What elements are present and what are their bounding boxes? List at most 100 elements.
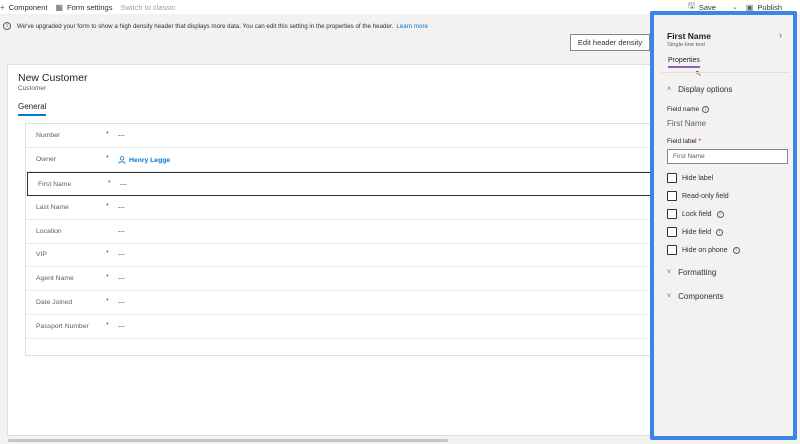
scrollbar-thumb[interactable] [8,439,448,442]
checkbox-box[interactable] [667,191,677,201]
hide-label-checkbox[interactable]: Hide label [667,173,713,183]
field-row-number[interactable]: Number * --- [26,124,662,148]
form-section: Number * --- Owner * Henry Legge First N… [25,123,662,356]
field-row-date-joined[interactable]: Date Joined * --- [26,291,662,315]
required-marker: * [106,131,109,138]
switch-classic-label: Switch to classic [120,2,176,12]
checkbox-label: Hide label [682,174,714,182]
field-label: Last Name [36,204,69,211]
edit-header-density-button[interactable]: Edit header density [570,34,650,51]
field-value: --- [118,228,125,235]
required-marker: * [106,203,109,210]
field-value: --- [118,275,125,282]
hide-field-checkbox[interactable]: Hide field i [667,227,724,237]
field-row-vip[interactable]: VIP * --- [26,243,662,267]
plus-icon: + [0,2,5,12]
field-label-input[interactable] [667,149,788,164]
field-value: --- [118,323,125,330]
form-title: New Customer [18,72,88,84]
field-row-passport-number[interactable]: Passport Number * --- [26,315,662,339]
info-banner: i We've upgraded your form to show a hig… [0,18,650,34]
field-label: Location [36,228,62,235]
properties-panel: First Name Single-line text › Properties… [650,11,797,440]
info-icon[interactable]: i [732,246,740,254]
chevron-down-icon: ˅ [667,293,672,300]
component-label: Component [8,2,48,12]
checkbox-label: Read-only field [682,192,729,200]
field-label: First Name [38,181,72,188]
tab-properties[interactable]: Properties [668,57,700,68]
checkbox-box[interactable] [667,245,677,255]
chevron-up-icon: ˄ [667,86,672,93]
components-label: Components [678,292,724,301]
field-value: --- [118,299,125,306]
field-label: VIP [36,251,47,258]
required-marker: * [106,298,109,305]
field-value: --- [120,181,127,188]
field-name-value: First Name [667,119,707,128]
info-icon: i [3,22,11,30]
panel-title: First Name [667,31,711,41]
add-component-button[interactable]: + Component [0,3,47,12]
info-icon[interactable]: i [702,106,710,113]
chevron-down-icon: ˅ [667,269,672,276]
checkbox-label: Lock field [682,210,712,218]
required-marker: * [698,138,701,145]
required-marker: * [106,322,109,329]
lock-field-checkbox[interactable]: Lock field i [667,209,724,219]
checkbox-label: Hide field [682,228,712,236]
field-value: --- [118,132,125,139]
switch-classic-button[interactable]: Switch to classic [120,3,175,12]
formatting-toggle[interactable]: ˅ Formatting [667,268,716,277]
form-canvas: New Customer Customer General Number * -… [7,64,667,436]
info-icon[interactable]: i [716,210,724,218]
checkbox-box[interactable] [667,209,677,219]
form-settings-button[interactable]: ▦ Form settings [55,3,112,12]
display-options-toggle[interactable]: ˄ Display options [667,85,732,94]
required-marker: * [108,180,111,187]
form-settings-icon: ▦ [55,2,64,12]
display-options-label: Display options [678,85,733,94]
checkbox-box[interactable] [667,173,677,183]
info-icon[interactable]: i [716,228,724,236]
field-value: --- [118,251,125,258]
field-row-agent-name[interactable]: Agent Name * --- [26,267,662,291]
required-marker: * [106,250,109,257]
panel-subtitle: Single-line text [667,42,706,48]
field-label: Passport Number [36,323,89,330]
field-row-owner[interactable]: Owner * Henry Legge [26,148,662,172]
mouse-cursor-icon: ↖ [695,69,702,78]
field-label: Owner [36,156,57,163]
owner-name: Henry Legge [129,156,171,164]
owner-lookup[interactable]: Henry Legge [118,156,170,164]
field-name-label: Field name i [667,106,710,113]
person-icon [118,156,126,164]
hide-on-phone-checkbox[interactable]: Hide on phone i [667,245,740,255]
horizontal-scrollbar[interactable] [0,437,650,444]
required-marker: * [106,155,109,162]
field-label: Number [36,132,61,139]
formatting-label: Formatting [678,268,717,277]
form-subtitle: Customer [18,85,47,92]
required-marker: * [106,274,109,281]
chevron-down-icon[interactable]: ⌄ [732,3,738,11]
tab-general[interactable]: General [18,102,47,116]
banner-text: We've upgraded your form to show a high … [17,22,394,30]
field-label-label: Field label * [667,138,701,145]
field-label: Agent Name [36,275,74,282]
checkbox-label: Hide on phone [682,246,728,254]
learn-more-link[interactable]: Learn more [396,23,428,30]
field-row-location[interactable]: Location --- [26,220,662,244]
field-row-last-name[interactable]: Last Name * --- [26,196,662,220]
checkbox-box[interactable] [667,227,677,237]
form-settings-label: Form settings [67,2,113,12]
components-toggle[interactable]: ˅ Components [667,292,723,301]
field-value: --- [118,204,125,211]
field-name-text: Field name [667,106,700,113]
read-only-checkbox[interactable]: Read-only field [667,191,729,201]
field-label: Date Joined [36,299,73,306]
panel-divider [661,72,790,73]
field-row-first-name[interactable]: First Name * --- [27,172,661,196]
field-label-text: Field label [667,138,697,145]
chevron-right-icon[interactable]: › [779,30,782,40]
